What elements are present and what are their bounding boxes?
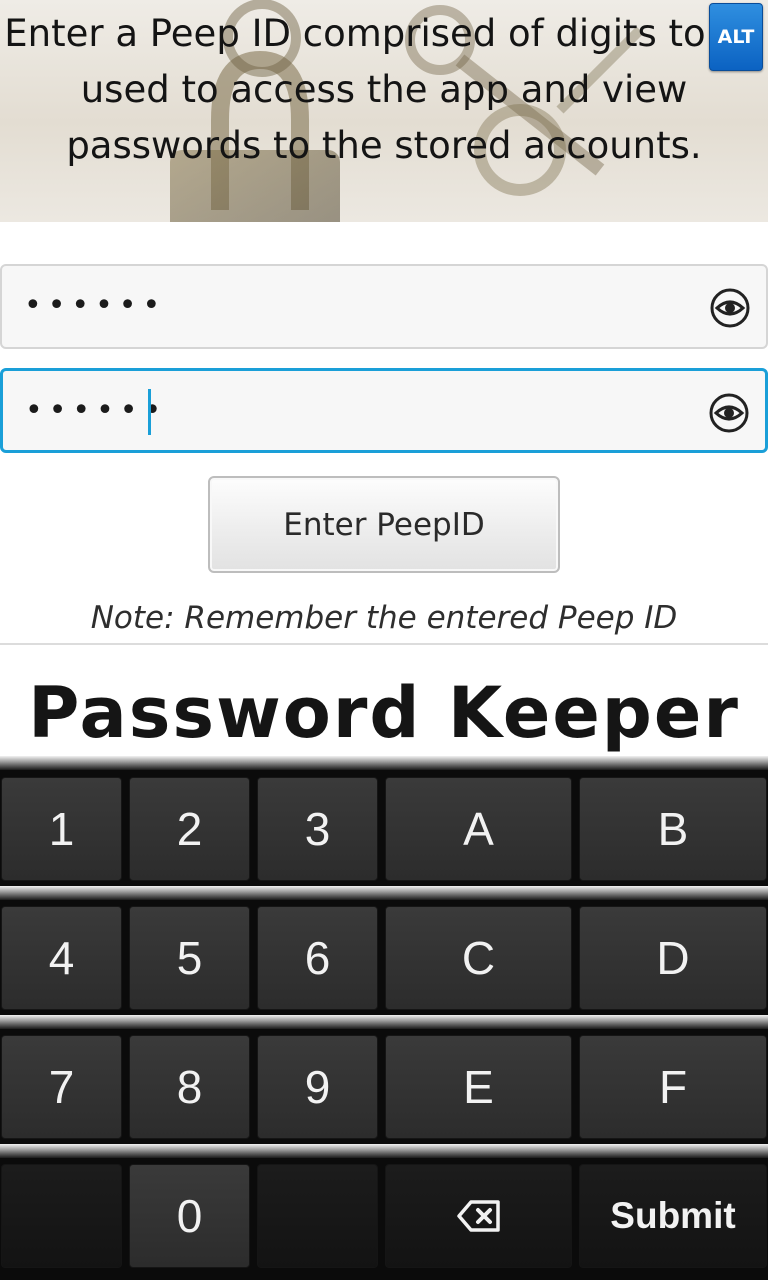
note-text: Note: Remember the entered Peep ID bbox=[90, 600, 678, 636]
peep-id-value: •••••• bbox=[24, 288, 167, 323]
key-blank-right bbox=[257, 1164, 378, 1268]
key-4[interactable]: 4 bbox=[1, 906, 122, 1010]
key-3[interactable]: 3 bbox=[257, 777, 378, 881]
key-9[interactable]: 9 bbox=[257, 1035, 378, 1139]
enter-peepid-button[interactable]: Enter PeepID bbox=[208, 476, 560, 573]
keypad-separator bbox=[0, 1015, 768, 1029]
key-2[interactable]: 2 bbox=[129, 777, 250, 881]
eye-icon[interactable] bbox=[709, 393, 749, 433]
hex-keypad: 1 2 3 A B 4 5 6 C D 7 8 9 E F 0 Submit bbox=[0, 756, 768, 1280]
header-banner: Enter a Peep ID comprised of digits to b… bbox=[0, 0, 768, 222]
key-8[interactable]: 8 bbox=[129, 1035, 250, 1139]
key-d[interactable]: D bbox=[579, 906, 767, 1010]
keypad-separator bbox=[0, 1144, 768, 1158]
eye-icon[interactable] bbox=[710, 288, 750, 328]
text-cursor bbox=[148, 389, 151, 435]
key-a[interactable]: A bbox=[385, 777, 572, 881]
keypad-separator bbox=[0, 886, 768, 900]
confirm-peep-id-value: •••••• bbox=[25, 393, 168, 428]
app-title: Password Keeper bbox=[28, 672, 740, 754]
key-e[interactable]: E bbox=[385, 1035, 572, 1139]
backspace-key[interactable] bbox=[385, 1164, 572, 1268]
key-1[interactable]: 1 bbox=[1, 777, 122, 881]
key-b[interactable]: B bbox=[579, 777, 767, 881]
key-c[interactable]: C bbox=[385, 906, 572, 1010]
instruction-text: Enter a Peep ID comprised of digits to b… bbox=[4, 12, 764, 167]
key-blank-left bbox=[1, 1164, 122, 1268]
peep-id-field[interactable]: •••••• bbox=[0, 264, 768, 349]
keypad-separator bbox=[0, 756, 768, 770]
confirm-peep-id-field[interactable]: •••••• bbox=[0, 368, 768, 453]
backspace-icon bbox=[456, 1200, 500, 1232]
key-7[interactable]: 7 bbox=[1, 1035, 122, 1139]
alt-button[interactable]: ALT bbox=[709, 3, 763, 71]
divider bbox=[0, 643, 768, 645]
key-6[interactable]: 6 bbox=[257, 906, 378, 1010]
key-5[interactable]: 5 bbox=[129, 906, 250, 1010]
submit-key[interactable]: Submit bbox=[579, 1164, 767, 1268]
key-f[interactable]: F bbox=[579, 1035, 767, 1139]
key-0[interactable]: 0 bbox=[129, 1164, 250, 1268]
